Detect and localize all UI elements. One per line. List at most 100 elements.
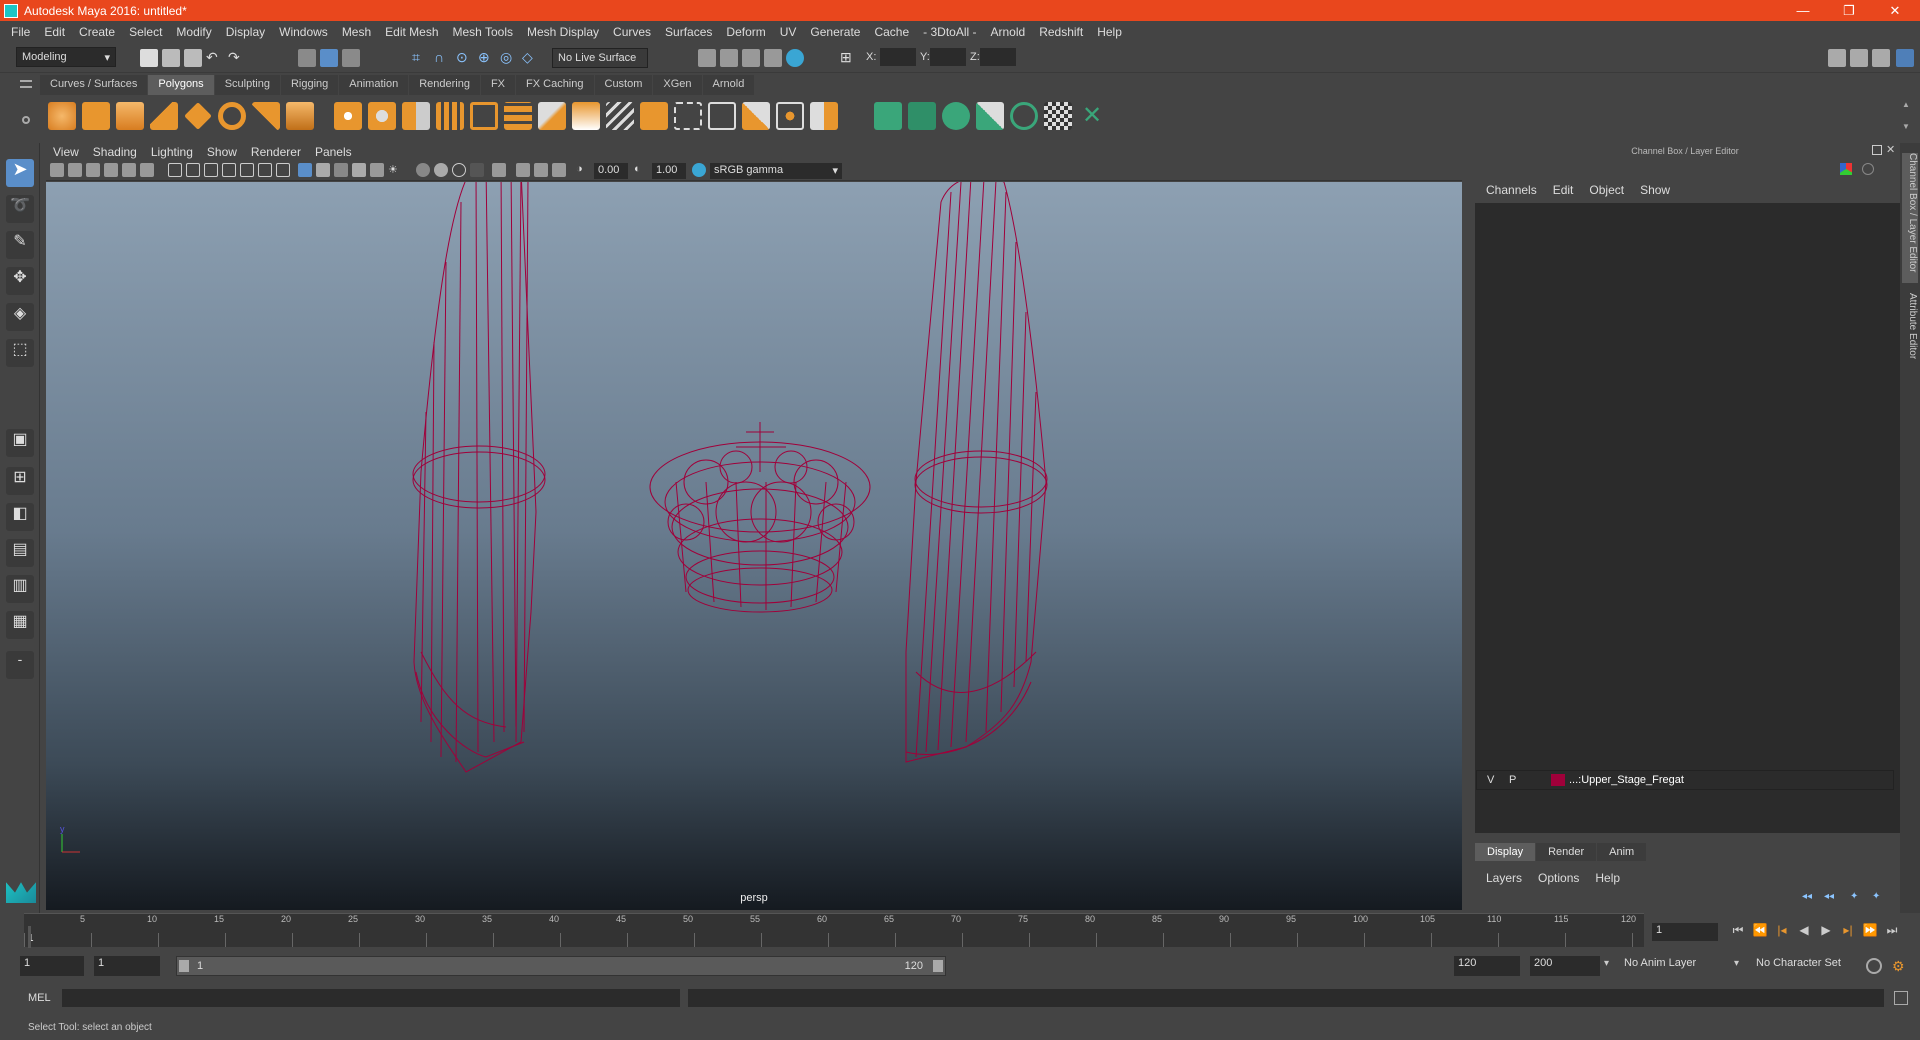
ipr-render-icon[interactable] xyxy=(742,49,760,67)
move-layer-up-icon[interactable]: ◂◂ xyxy=(1802,891,1818,903)
vp-menu-lighting[interactable]: Lighting xyxy=(144,145,200,159)
perspective-viewport[interactable]: y persp xyxy=(46,182,1462,910)
menu-cache[interactable]: Cache xyxy=(867,25,916,39)
redo-icon[interactable]: ↷ xyxy=(228,49,246,67)
bookmarks-icon[interactable] xyxy=(86,163,100,177)
tab-rigging[interactable]: Rigging xyxy=(280,75,339,95)
hypershade-layout-icon[interactable]: ▥ xyxy=(6,575,34,603)
range-end-handle[interactable] xyxy=(933,960,943,972)
bevel-icon[interactable] xyxy=(640,102,668,130)
grid-icon[interactable] xyxy=(168,163,182,177)
poly-torus-icon[interactable] xyxy=(218,102,246,130)
isolate-select-icon[interactable] xyxy=(492,163,506,177)
poly-cone-icon[interactable] xyxy=(150,102,178,130)
play-backwards-icon[interactable]: ◀ xyxy=(1796,922,1812,938)
new-scene-icon[interactable] xyxy=(140,49,158,67)
poly-pipe-icon[interactable] xyxy=(286,102,314,130)
persp-graph-layout-icon[interactable]: ▤ xyxy=(6,539,34,567)
uv-spherical-icon[interactable] xyxy=(942,102,970,130)
xray-joints-icon[interactable] xyxy=(552,163,566,177)
snap-point-icon[interactable]: ⊙ xyxy=(456,49,474,67)
menu-arnold[interactable]: Arnold xyxy=(984,25,1033,39)
snap-surface-icon[interactable]: ◎ xyxy=(500,49,518,67)
layer-playback-toggle[interactable]: P xyxy=(1509,774,1516,786)
uv-planar-icon[interactable] xyxy=(874,102,902,130)
select-tool-icon[interactable]: ➤ xyxy=(6,159,34,187)
range-slider[interactable]: 1 120 xyxy=(176,956,946,976)
menu-mesh[interactable]: Mesh xyxy=(335,25,378,39)
chevron-down-icon[interactable]: ▾ xyxy=(1734,958,1739,969)
script-editor-icon[interactable] xyxy=(1894,991,1908,1005)
layer-row[interactable]: V P ...:Upper_Stage_Fregat xyxy=(1476,770,1894,790)
channel-box-toggle-icon[interactable] xyxy=(1896,49,1914,67)
menu-windows[interactable]: Windows xyxy=(272,25,335,39)
2d-pan-zoom-icon[interactable] xyxy=(122,163,136,177)
modeling-toolkit-icon[interactable] xyxy=(1828,49,1846,67)
attribute-editor-toggle-icon[interactable] xyxy=(1850,49,1868,67)
paint-select-tool-icon[interactable]: ✎ xyxy=(6,231,34,259)
reduce-icon[interactable] xyxy=(470,102,498,130)
save-scene-icon[interactable] xyxy=(184,49,202,67)
menu-create[interactable]: Create xyxy=(72,25,122,39)
tab-arnold[interactable]: Arnold xyxy=(702,75,755,95)
tab-polygons[interactable]: Polygons xyxy=(148,75,214,95)
menu-3dtoall[interactable]: - 3DtoAll - xyxy=(916,25,983,39)
play-forwards-icon[interactable]: ▶ xyxy=(1818,922,1834,938)
maximize-button[interactable]: ❐ xyxy=(1826,0,1872,21)
tab-render[interactable]: Render xyxy=(1536,843,1597,861)
cb-menu-edit[interactable]: Edit xyxy=(1545,183,1582,197)
grease-pencil-icon[interactable] xyxy=(140,163,154,177)
tab-fx-caching[interactable]: FX Caching xyxy=(516,75,594,95)
snap-plane-icon[interactable]: ◇ xyxy=(522,49,540,67)
remesh-icon[interactable] xyxy=(504,102,532,130)
channel-box-area[interactable] xyxy=(1475,203,1900,833)
menu-uv[interactable]: UV xyxy=(773,25,804,39)
insert-edge-loop-icon[interactable] xyxy=(674,102,702,130)
gamma-icon[interactable]: ◐ xyxy=(634,163,648,177)
mode-dropdown[interactable]: Modeling ▾ xyxy=(16,47,116,67)
tab-animation[interactable]: Animation xyxy=(339,75,409,95)
close-panel-icon[interactable]: ✕ xyxy=(1886,143,1895,156)
uv-checker-icon[interactable] xyxy=(1044,102,1072,130)
shelf-menu-icon[interactable] xyxy=(20,80,32,88)
gate-mask-icon[interactable] xyxy=(222,163,236,177)
render-frame-icon[interactable] xyxy=(720,49,738,67)
separate-icon[interactable] xyxy=(368,102,396,130)
tab-rendering[interactable]: Rendering xyxy=(409,75,480,95)
current-time-indicator[interactable] xyxy=(28,926,31,948)
le-menu-options[interactable]: Options xyxy=(1530,871,1587,885)
extrude-icon[interactable] xyxy=(572,102,600,130)
tab-anim[interactable]: Anim xyxy=(1597,843,1647,861)
wireframe-icon[interactable] xyxy=(298,163,312,177)
layer-visibility-toggle[interactable]: V xyxy=(1487,774,1494,786)
step-back-key-icon[interactable]: |◂ xyxy=(1774,922,1790,938)
hypershade-icon[interactable] xyxy=(786,49,804,67)
animation-end-field[interactable]: 200 xyxy=(1530,956,1600,976)
uv-editor-icon[interactable]: ✕ xyxy=(1078,102,1106,130)
step-forward-key-icon[interactable]: ▸| xyxy=(1840,922,1856,938)
shelf-scroll-down-icon[interactable]: ▼ xyxy=(1902,122,1910,131)
render-view-icon[interactable] xyxy=(764,49,782,67)
tab-display[interactable]: Display xyxy=(1475,843,1536,861)
rotate-tool-icon[interactable]: ◈ xyxy=(6,303,34,331)
menu-generate[interactable]: Generate xyxy=(803,25,867,39)
move-tool-icon[interactable]: ✥ xyxy=(6,267,34,295)
safe-title-icon[interactable] xyxy=(276,163,290,177)
poly-cylinder-icon[interactable] xyxy=(116,102,144,130)
step-forward-frame-icon[interactable]: ⏩ xyxy=(1862,922,1878,938)
tab-xgen[interactable]: XGen xyxy=(653,75,702,95)
combine-icon[interactable] xyxy=(334,102,362,130)
single-perspective-layout-icon[interactable]: ▣ xyxy=(6,429,34,457)
persp-outliner-layout-icon[interactable]: ◧ xyxy=(6,503,34,531)
transform-constraint-icon[interactable]: ⊞ xyxy=(840,49,858,67)
tab-fx[interactable]: FX xyxy=(480,75,516,95)
side-tab-attribute-editor[interactable]: Attribute Editor xyxy=(1902,293,1918,393)
menu-mesh-display[interactable]: Mesh Display xyxy=(520,25,606,39)
offset-edge-loop-icon[interactable] xyxy=(708,102,736,130)
smooth-shade-icon[interactable] xyxy=(316,163,330,177)
undo-icon[interactable]: ↶ xyxy=(206,49,224,67)
menu-surfaces[interactable]: Surfaces xyxy=(658,25,719,39)
menu-file[interactable]: File xyxy=(4,25,37,39)
select-object-icon[interactable] xyxy=(320,49,338,67)
textured-icon[interactable] xyxy=(370,163,384,177)
